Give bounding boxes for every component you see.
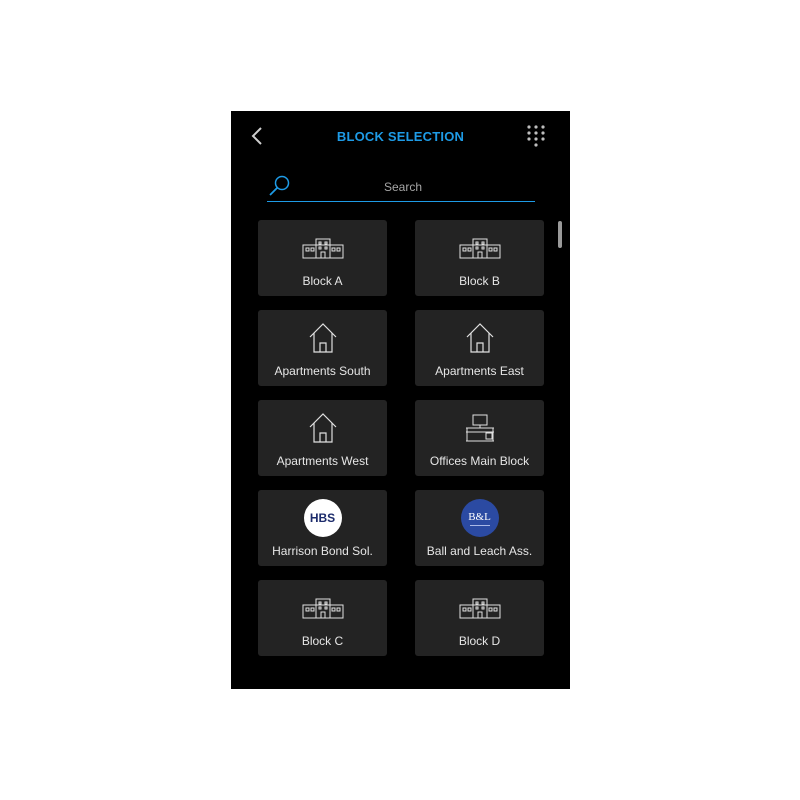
building-icon: [459, 226, 501, 270]
building-icon: [302, 226, 344, 270]
bl-logo-text: B&L: [468, 510, 491, 523]
block-tile-block-a[interactable]: Block A: [258, 220, 387, 296]
dial-pad-icon: [527, 125, 545, 147]
block-grid: Block A Block B Apartments South Apartme…: [258, 220, 544, 656]
phone-screen: BLOCK SELECTION Search Block A Block B A…: [231, 111, 570, 689]
hbs-logo-text: HBS: [309, 511, 336, 525]
block-tile-ball-and-leach[interactable]: B&L Ball and Leach Ass.: [415, 490, 544, 566]
scrollbar[interactable]: [558, 221, 562, 248]
block-label: Ball and Leach Ass.: [426, 544, 533, 558]
block-tile-block-d[interactable]: Block D: [415, 580, 544, 656]
block-label: Apartments West: [276, 454, 369, 468]
search-bar: [267, 173, 539, 202]
block-tile-harrison-bond[interactable]: HBS Harrison Bond Sol.: [258, 490, 387, 566]
block-label: Block A: [302, 274, 343, 288]
block-label: Block B: [459, 274, 500, 288]
building-icon: [459, 586, 501, 630]
logo-wrapper: HBS: [303, 496, 342, 540]
block-tile-apartments-south[interactable]: Apartments South: [258, 310, 387, 386]
block-tile-block-c[interactable]: Block C: [258, 580, 387, 656]
block-tile-apartments-west[interactable]: Apartments West: [258, 400, 387, 476]
bl-logo: B&L: [460, 499, 499, 537]
block-label: Apartments East: [435, 364, 524, 378]
house-icon: [308, 406, 338, 450]
block-tile-offices-main-block[interactable]: Offices Main Block: [415, 400, 544, 476]
house-icon: [465, 316, 495, 360]
house-icon: [308, 316, 338, 360]
logo-wrapper: B&L: [460, 496, 499, 540]
keypad-button[interactable]: [526, 124, 546, 148]
building-icon: [302, 586, 344, 630]
block-label: Block D: [458, 634, 501, 648]
block-label: Offices Main Block: [429, 454, 530, 468]
block-tile-block-b[interactable]: Block B: [415, 220, 544, 296]
hbs-logo: HBS: [303, 499, 342, 537]
office-desk-icon: [464, 406, 496, 450]
block-label: Apartments South: [274, 364, 371, 378]
block-label: Block C: [301, 634, 344, 648]
block-label: Harrison Bond Sol.: [272, 544, 373, 558]
block-tile-apartments-east[interactable]: Apartments East: [415, 310, 544, 386]
search-input[interactable]: [267, 177, 539, 197]
logo-rule: [469, 524, 490, 526]
page-title: BLOCK SELECTION: [336, 129, 465, 144]
